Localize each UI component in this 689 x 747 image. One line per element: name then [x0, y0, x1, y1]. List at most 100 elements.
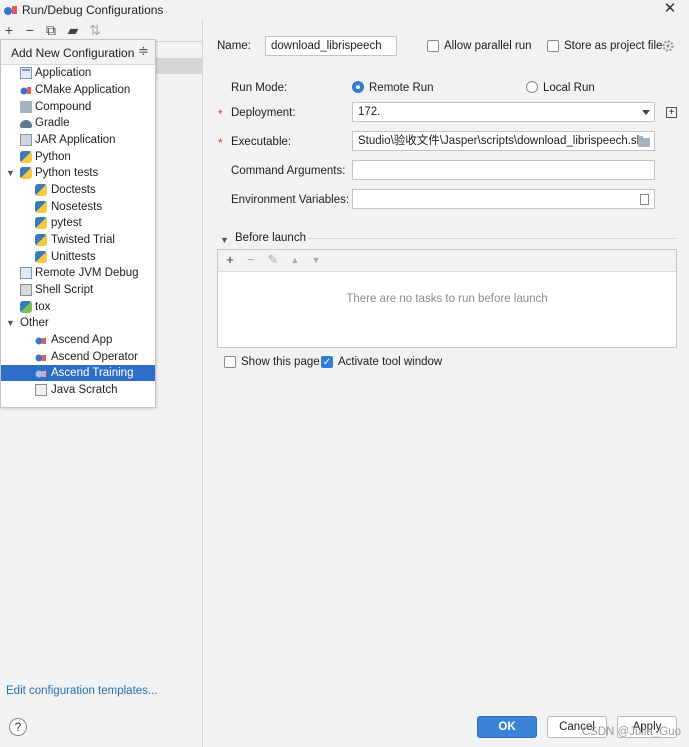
python-test-icon [35, 234, 47, 246]
copy-configuration-button[interactable]: ⧉ [42, 22, 60, 38]
environment-variables-input[interactable] [352, 189, 655, 209]
before-launch-title[interactable]: Before launch [235, 232, 306, 244]
tree-item-ascend-operator[interactable]: Ascend Operator [1, 349, 155, 365]
before-launch-separator [308, 238, 677, 239]
edit-env-icon[interactable] [640, 194, 649, 205]
browse-folder-icon[interactable] [638, 136, 650, 147]
required-mark: * [218, 136, 223, 150]
edit-task-button[interactable]: ✎ [266, 252, 280, 268]
left-panel-selection-stub [155, 58, 202, 74]
tox-icon [20, 301, 32, 313]
compound-icon [20, 101, 32, 113]
tree-item-doctests[interactable]: Doctests [1, 182, 155, 198]
tree-item-label: Unittests [51, 251, 96, 263]
activate-tool-window-checkbox[interactable]: ✓ [321, 356, 333, 368]
tree-item-compound[interactable]: Compound [1, 99, 155, 115]
application-icon [20, 67, 32, 79]
deployment-select[interactable]: 172. [352, 102, 655, 122]
chevron-down-icon[interactable]: ▼ [6, 165, 15, 181]
tree-item-python-tests[interactable]: ▼ Python tests [1, 165, 155, 181]
tree-item-python[interactable]: Python [1, 149, 155, 165]
collapse-all-icon[interactable]: ≑ [138, 43, 149, 59]
executable-label: Executable: [231, 136, 292, 148]
move-up-button[interactable]: ▲ [288, 252, 302, 268]
tree-item-nosetests[interactable]: Nosetests [1, 199, 155, 215]
window-title: Run/Debug Configurations [22, 3, 164, 17]
tree-item-tox[interactable]: tox [1, 299, 155, 315]
add-configuration-button[interactable]: + [0, 22, 18, 38]
title-bar: Run/Debug Configurations ✕ [0, 0, 689, 20]
tree-item-label: Shell Script [35, 284, 94, 296]
tree-item-java-scratch[interactable]: Java Scratch [1, 382, 155, 398]
edit-templates-link[interactable]: Edit configuration templates... [6, 685, 158, 697]
deployment-value: 172. [358, 106, 381, 118]
sort-icon[interactable]: ⇅ [86, 22, 104, 38]
activate-tool-window-label: Activate tool window [338, 356, 443, 368]
chevron-down-icon[interactable]: ▼ [220, 235, 229, 245]
tree-item-label: Compound [35, 101, 92, 113]
ascend-icon [35, 354, 46, 362]
tree-item-label: Python tests [35, 167, 99, 179]
name-input[interactable]: download_librispeech [265, 36, 397, 56]
python-test-icon [35, 251, 47, 263]
add-new-configuration-popup: Add New Configuration ≑ Application CMak… [0, 39, 156, 408]
shell-icon [20, 284, 32, 296]
chevron-down-icon[interactable]: ▼ [6, 315, 15, 331]
remote-run-label: Remote Run [369, 82, 434, 94]
move-down-button[interactable]: ▼ [309, 252, 323, 268]
tree-item-label: Gradle [35, 117, 70, 129]
store-project-checkbox[interactable] [547, 40, 559, 52]
tree-item-label: Ascend Operator [51, 351, 138, 363]
tree-item-unittests[interactable]: Unittests [1, 249, 155, 265]
gear-icon[interactable] [662, 40, 674, 52]
ascend-icon [35, 337, 46, 345]
tree-item-label: Twisted Trial [51, 234, 115, 246]
ok-button[interactable]: OK [477, 716, 537, 738]
folder-icon[interactable]: ▰ [64, 22, 82, 38]
tree-item-pytest[interactable]: pytest [1, 215, 155, 231]
tree-item-label: Java Scratch [51, 384, 118, 396]
help-button[interactable]: ? [9, 718, 27, 736]
tree-item-shell-script[interactable]: Shell Script [1, 282, 155, 298]
tree-item-label: CMake Application [35, 84, 131, 96]
tree-item-remote-jvm-debug[interactable]: Remote JVM Debug [1, 265, 155, 281]
tree-item-gradle[interactable]: Gradle [1, 115, 155, 131]
run-debug-icon [4, 6, 17, 15]
tree-item-label: Other [20, 317, 49, 329]
tree-item-label: Ascend App [51, 334, 113, 346]
required-mark: * [218, 107, 223, 121]
cmake-icon [20, 87, 31, 95]
command-arguments-label: Command Arguments: [231, 165, 346, 177]
show-page-label: Show this page [241, 356, 320, 368]
watermark: CSDN @Julia_Guo [581, 726, 681, 738]
command-arguments-input[interactable] [352, 160, 655, 180]
python-test-icon [35, 201, 47, 213]
remove-task-button[interactable]: − [244, 252, 258, 268]
python-test-icon [35, 217, 47, 229]
tree-item-label: JAR Application [35, 134, 116, 146]
before-launch-panel: + − ✎ ▲ ▼ There are no tasks to run befo… [217, 249, 677, 348]
show-page-checkbox[interactable] [224, 356, 236, 368]
tree-item-label: Python [35, 151, 71, 163]
environment-variables-label: Environment Variables: [231, 194, 350, 206]
tree-item-cmake-application[interactable]: CMake Application [1, 82, 155, 98]
local-run-label: Local Run [543, 82, 595, 94]
remote-debug-icon [20, 267, 32, 279]
remote-run-radio[interactable] [352, 81, 364, 93]
executable-input[interactable]: Studio\验收文件\Jasper\scripts\download_libr… [352, 131, 655, 151]
close-icon[interactable]: ✕ [663, 1, 677, 17]
jar-icon [20, 134, 32, 146]
tree-item-twisted-trial[interactable]: Twisted Trial [1, 232, 155, 248]
tree-item-jar-application[interactable]: JAR Application [1, 132, 155, 148]
tree-item-application[interactable]: Application [1, 65, 155, 81]
tree-item-ascend-training[interactable]: Ascend Training [1, 365, 155, 381]
tree-item-other[interactable]: ▼ Other [1, 315, 155, 331]
tree-item-label: Remote JVM Debug [35, 267, 139, 279]
tree-item-ascend-app[interactable]: Ascend App [1, 332, 155, 348]
allow-parallel-checkbox[interactable] [427, 40, 439, 52]
remove-configuration-button[interactable]: − [21, 22, 39, 38]
add-task-button[interactable]: + [223, 252, 237, 268]
add-deployment-icon[interactable]: + [666, 107, 677, 118]
local-run-radio[interactable] [526, 81, 538, 93]
tree-item-label: Nosetests [51, 201, 103, 213]
